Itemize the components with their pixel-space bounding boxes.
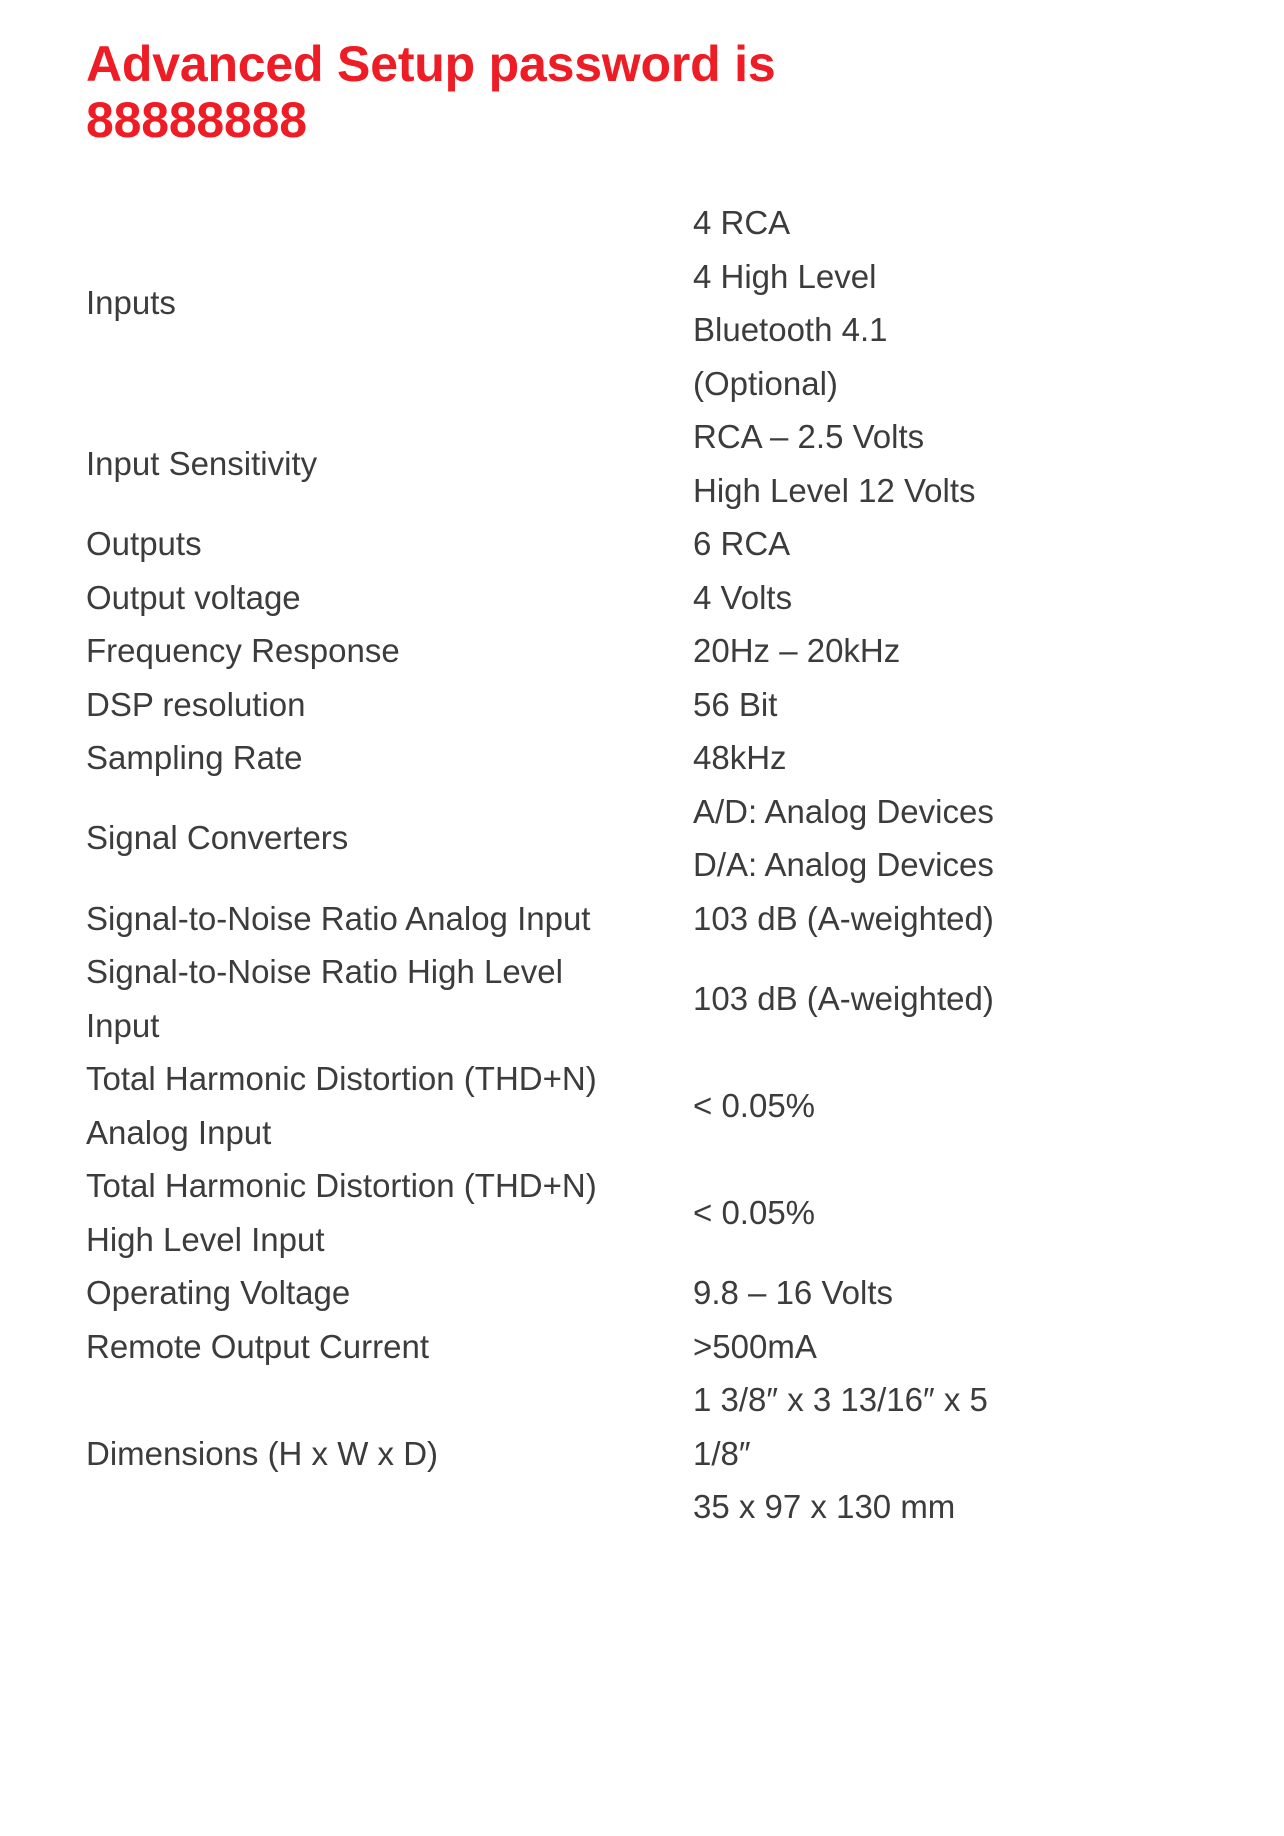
spec-label: Remote Output Current [86,1320,693,1374]
spec-row: DSP resolution 56 Bit [86,678,1106,732]
spec-label: Inputs [86,196,693,410]
spec-label-line: Signal-to-Noise Ratio High Level [86,953,563,990]
spec-value-line: 4 High Level [693,257,877,295]
spec-label: Frequency Response [86,624,693,678]
spec-label: DSP resolution [86,678,693,732]
spec-label-line: Frequency Response [86,632,400,669]
spec-label-line: Remote Output Current [86,1327,429,1365]
spec-value-line: 4 RCA [693,204,791,241]
spec-row: Inputs 4 RCA 4 High Level Bluetooth 4.1 (Opt… [86,196,1106,410]
spec-label: Signal-to-Noise Ratio High Level Input [86,945,693,1052]
spec-label: Signal Converters [86,785,693,892]
spec-label: Output voltage [86,571,693,625]
spec-label-line: Output voltage [86,578,301,616]
spec-value-line: D/A: Analog Devices [693,846,994,883]
spec-value-line: >500mA [693,1327,817,1365]
spec-row: Signal-to-Noise Ratio Analog Input 103 dB… [86,892,1106,946]
spec-row: Frequency Response 20Hz – 20kHz [86,624,1106,678]
spec-label: Operating Voltage [86,1266,693,1320]
spec-label-line: Analog Input [86,1113,272,1151]
spec-label: Input Sensitivity [86,410,693,517]
spec-label: Signal-to-Noise Ratio Analog Input [86,892,693,946]
spec-value: 6 RCA [693,517,1106,571]
spec-value-line: A/D: Analog Devices [693,792,994,830]
spec-label: Sampling Rate [86,731,693,785]
spec-label-line: Input [86,1006,160,1044]
spec-row: Output voltage 4 Volts [86,571,1106,625]
spec-value-line: 1/8″ [693,1434,751,1472]
spec-value-line: 103 dB (A-weighted) [693,899,994,937]
spec-value-line: 20Hz – 20kHz [693,632,901,669]
spec-label-line: Signal-to-Noise Ratio Analog Input [86,899,591,937]
spec-value-line: 1 3/8″ x 3 13/16″ x 5 [693,1381,988,1418]
spec-label-line: Total Harmonic Distortion (THD+N) [86,1167,597,1204]
spec-value-line: Bluetooth 4.1 [693,311,888,348]
spec-value: 1 3/8″ x 3 13/16″ x 5 1/8″ 35 x 97 x 130 m… [693,1373,1106,1534]
spec-row: Remote Output Current >500mA [86,1320,1106,1374]
spec-label: Outputs [86,517,693,571]
spec-sheet-page: Advanced Setup password is 88888888 Inpu… [0,0,1284,1836]
spec-value-line: 56 Bit [693,685,778,723]
spec-label: Total Harmonic Distortion (THD+N) Analog … [86,1052,693,1159]
spec-row: Sampling Rate 48kHz [86,731,1106,785]
specifications-table-body: Inputs 4 RCA 4 High Level Bluetooth 4.1 (Opt… [86,196,1106,1534]
spec-row: Total Harmonic Distortion (THD+N) Analog … [86,1052,1106,1159]
spec-value-line: (Optional) [693,364,838,402]
spec-value: 9.8 – 16 Volts [693,1266,1106,1320]
spec-label-line: Sampling Rate [86,739,303,776]
spec-row: Outputs 6 RCA [86,517,1106,571]
spec-row: Input Sensitivity RCA – 2.5 Volts High Lev… [86,410,1106,517]
spec-label-line: Signal Converters [86,819,349,857]
spec-value: < 0.05% [693,1159,1106,1266]
spec-value: >500mA [693,1320,1106,1374]
spec-value: RCA – 2.5 Volts High Level 12 Volts [693,410,1106,517]
spec-value: < 0.05% [693,1052,1106,1159]
spec-value-line: RCA – 2.5 Volts [693,418,925,455]
spec-value-line: 6 RCA [693,525,791,562]
spec-value: 20Hz – 20kHz [693,624,1106,678]
spec-value: 4 Volts [693,571,1106,625]
spec-value-line: 9.8 – 16 Volts [693,1274,893,1311]
spec-label: Dimensions (H x W x D) [86,1373,693,1534]
spec-label-line: Outputs [86,525,202,562]
spec-label-line: Inputs [86,284,176,322]
spec-row: Operating Voltage 9.8 – 16 Volts [86,1266,1106,1320]
spec-value-line: 48kHz [693,739,787,776]
spec-value: 4 RCA 4 High Level Bluetooth 4.1 (Optional) [693,196,1106,410]
spec-label-line: High Level Input [86,1220,325,1258]
spec-label-line: Dimensions (H x W x D) [86,1434,439,1472]
spec-value: 48kHz [693,731,1106,785]
spec-value: A/D: Analog Devices D/A: Analog Devices [693,785,1106,892]
spec-label-line: Total Harmonic Distortion (THD+N) [86,1060,597,1097]
spec-value-line: < 0.05% [693,1086,816,1124]
spec-label-line: Operating Voltage [86,1274,351,1311]
spec-value: 56 Bit [693,678,1106,732]
spec-value-line: High Level 12 Volts [693,471,976,509]
spec-value-line: < 0.05% [693,1193,816,1231]
spec-label-line: DSP resolution [86,685,306,723]
spec-value: 103 dB (A-weighted) [693,945,1106,1052]
spec-row: Signal Converters A/D: Analog Devices D/A:… [86,785,1106,892]
spec-value-line: 4 Volts [693,578,793,616]
spec-row: Signal-to-Noise Ratio High Level Input 103… [86,945,1106,1052]
spec-label: Total Harmonic Distortion (THD+N) High Le… [86,1159,693,1266]
spec-label-line: Input Sensitivity [86,444,318,482]
spec-row: Total Harmonic Distortion (THD+N) High Le… [86,1159,1106,1266]
page-title: Advanced Setup password is 88888888 [86,36,776,148]
spec-value: 103 dB (A-weighted) [693,892,1106,946]
spec-row: Dimensions (H x W x D) 1 3/8″ x 3 13/16″ … [86,1373,1106,1534]
spec-value-line: 103 dB (A-weighted) [693,979,994,1017]
spec-value-line: 35 x 97 x 130 mm [693,1488,956,1525]
specifications-table: Inputs 4 RCA 4 High Level Bluetooth 4.1 (Opt… [86,196,1106,1534]
